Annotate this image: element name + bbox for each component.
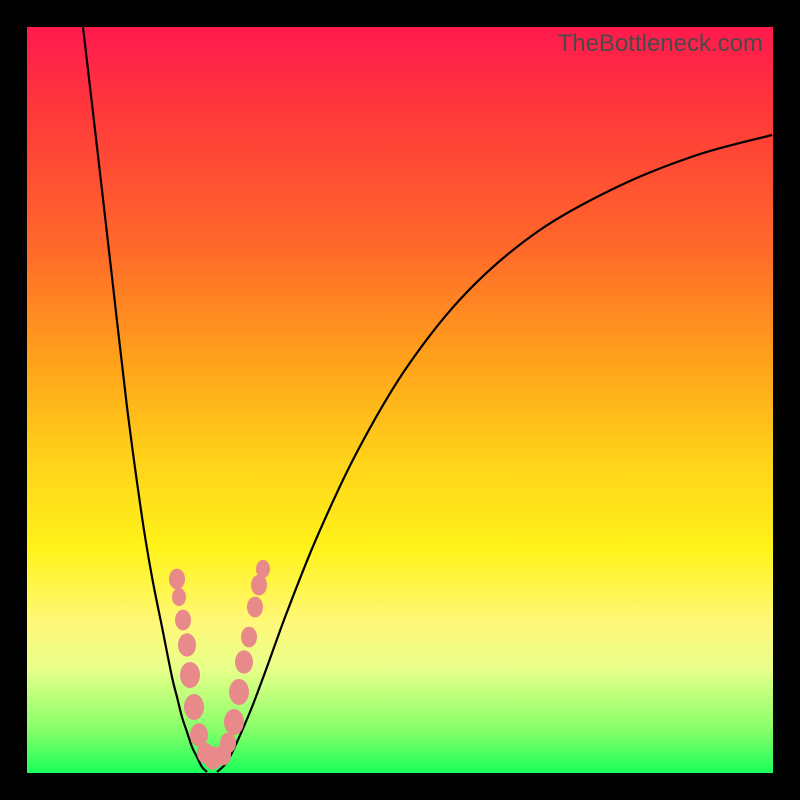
data-marker — [224, 709, 244, 735]
curve-right-branch — [217, 135, 772, 772]
data-marker — [169, 569, 185, 590]
data-marker — [184, 694, 204, 720]
marker-group — [169, 560, 270, 770]
data-marker — [220, 733, 236, 754]
data-marker — [178, 633, 196, 656]
data-marker — [247, 597, 263, 618]
data-marker — [229, 679, 249, 705]
data-marker — [235, 650, 253, 673]
curve-left-branch — [83, 27, 207, 772]
data-marker — [175, 610, 191, 631]
curves-svg — [27, 27, 773, 773]
chart-frame: TheBottleneck.com — [0, 0, 800, 800]
data-marker — [256, 560, 270, 578]
data-marker — [241, 627, 257, 648]
plot-area: TheBottleneck.com — [27, 27, 773, 773]
data-marker — [180, 662, 200, 688]
data-marker — [172, 588, 186, 606]
